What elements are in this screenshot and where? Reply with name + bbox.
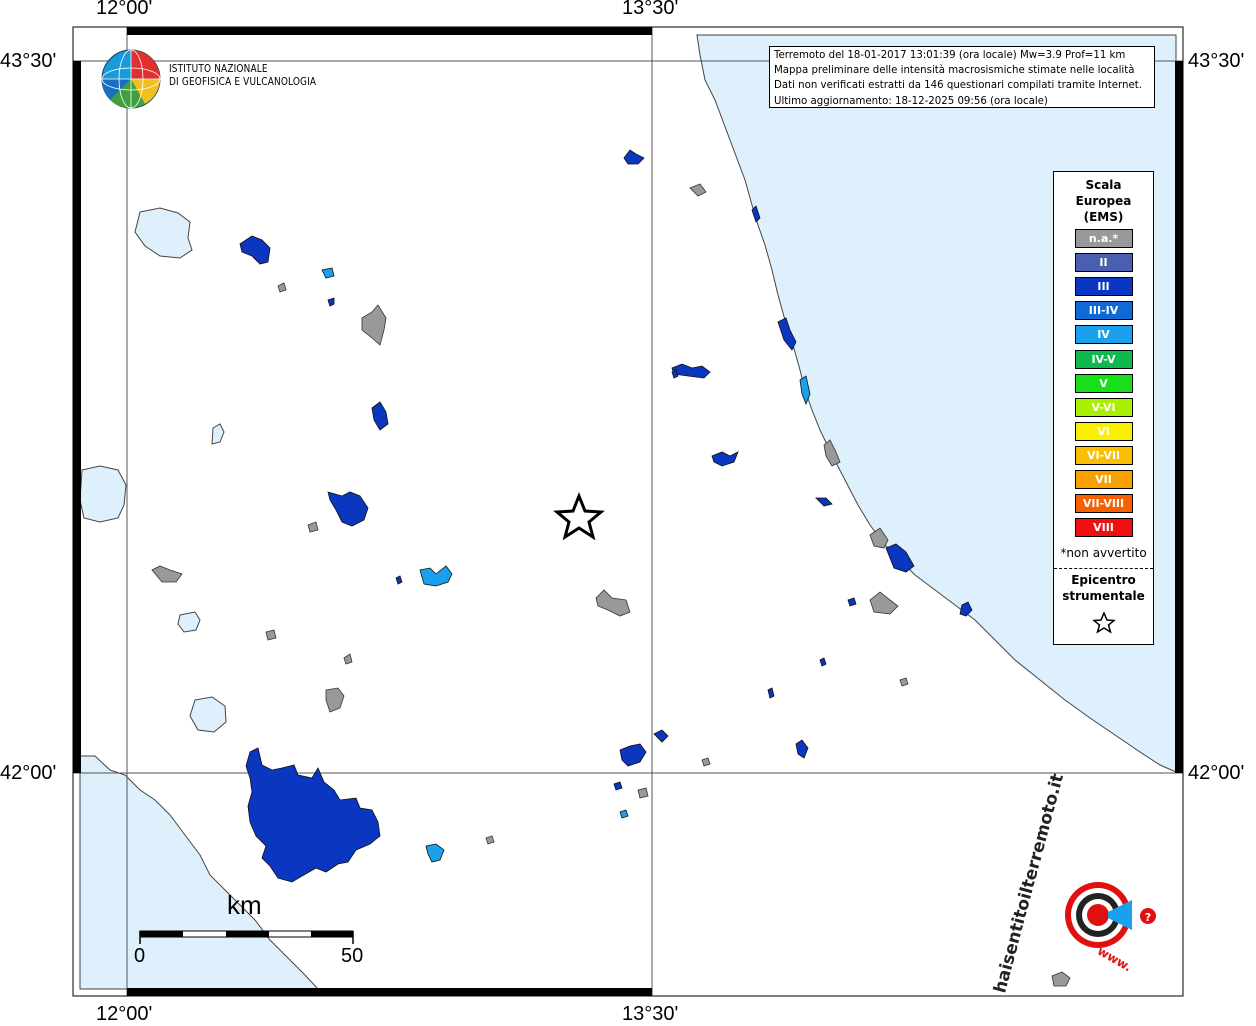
legend-item: n.a.*: [1054, 229, 1153, 248]
legend-item: III: [1054, 277, 1153, 297]
coord-top-left: 12°00': [96, 0, 153, 19]
legend-star-icon: [1092, 612, 1116, 634]
scale-unit: km: [227, 890, 262, 920]
event-line1: Terremoto del 18-01-2017 13:01:39 (ora l…: [774, 50, 1126, 61]
ems-legend: Scala Europea (EMS) n.a.* II III III-IV IV IV…: [1053, 171, 1154, 645]
legend-swatch: III: [1074, 277, 1133, 297]
scale-start: 0: [134, 945, 146, 967]
legend-swatch: V-VI: [1074, 397, 1133, 417]
legend-item: V: [1054, 373, 1153, 393]
ingv-logo-text: ISTITUTO NAZIONALE DI GEOFISICA E VULCAN…: [169, 63, 316, 89]
legend-swatch: n.a.*: [1074, 229, 1133, 248]
coord-top-mid: 13°30': [622, 0, 679, 19]
coord-left-top: 43°30': [0, 50, 57, 72]
coord-bottom-left: 12°00': [96, 1003, 153, 1025]
legend-item: VIII: [1054, 518, 1153, 538]
ingv-line1: ISTITUTO NAZIONALE: [169, 63, 268, 75]
legend-item: VII-VIII: [1054, 494, 1153, 514]
scale-end: 50: [341, 945, 364, 967]
legend-title: Scala Europea (EMS): [1054, 177, 1153, 225]
legend-divider: [1054, 568, 1153, 569]
coord-bottom-mid: 13°30': [622, 1003, 679, 1025]
event-line2: Mappa preliminare delle intensità macros…: [774, 65, 1135, 77]
legend-swatch: VIII: [1074, 518, 1133, 538]
legend-item: II: [1054, 253, 1153, 273]
ingv-line2: DI GEOFISICA E VULCANOLOGIA: [169, 76, 317, 88]
legend-epi-2: strumentale: [1062, 589, 1145, 603]
legend-title-3: (EMS): [1083, 210, 1124, 224]
legend-item: VII: [1054, 470, 1153, 489]
legend-item: VI-VII: [1054, 445, 1153, 465]
legend-swatch: IV-V: [1074, 349, 1133, 369]
legend-swatch: VI-VII: [1074, 445, 1133, 465]
legend-swatch: VII-VIII: [1074, 494, 1133, 514]
lake-bolsena: [79, 465, 127, 523]
event-line4: Ultimo aggiornamento: 18-12-2025 09:56 (…: [774, 95, 1048, 107]
legend-title-1: Scala: [1085, 178, 1122, 192]
legend-swatch: VII: [1074, 470, 1133, 489]
legend-item: V-VI: [1054, 397, 1153, 417]
legend-swatch: VI: [1074, 421, 1133, 441]
legend-swatch: IV: [1074, 325, 1133, 345]
legend-swatch: III-IV: [1074, 301, 1133, 321]
event-line3: Dati non verificati estratti da 146 ques…: [774, 80, 1142, 92]
legend-swatch: V: [1074, 373, 1133, 393]
coord-left-bottom: 42°00': [0, 762, 57, 784]
legend-item: IV-V: [1054, 349, 1153, 369]
event-info-box: Terremoto del 18-01-2017 13:01:39 (ora l…: [769, 46, 1155, 108]
legend-title-2: Europea: [1075, 194, 1132, 208]
coord-right-bottom: 42°00': [1188, 762, 1245, 784]
lake-vico: [177, 611, 201, 633]
legend-epi-1: Epicentro: [1071, 573, 1136, 587]
legend-epicentre-title: Epicentro strumentale: [1054, 572, 1153, 604]
ingv-logo-globe: [101, 49, 161, 109]
legend-item: III-IV: [1054, 301, 1153, 321]
legend-item: IV: [1054, 325, 1153, 345]
legend-note: *non avvertito: [1060, 546, 1147, 560]
legend-swatch: II: [1074, 253, 1133, 273]
coord-right-top: 43°30': [1188, 50, 1245, 72]
svg-text:?: ?: [1145, 911, 1151, 924]
legend-item: VI: [1054, 421, 1153, 441]
